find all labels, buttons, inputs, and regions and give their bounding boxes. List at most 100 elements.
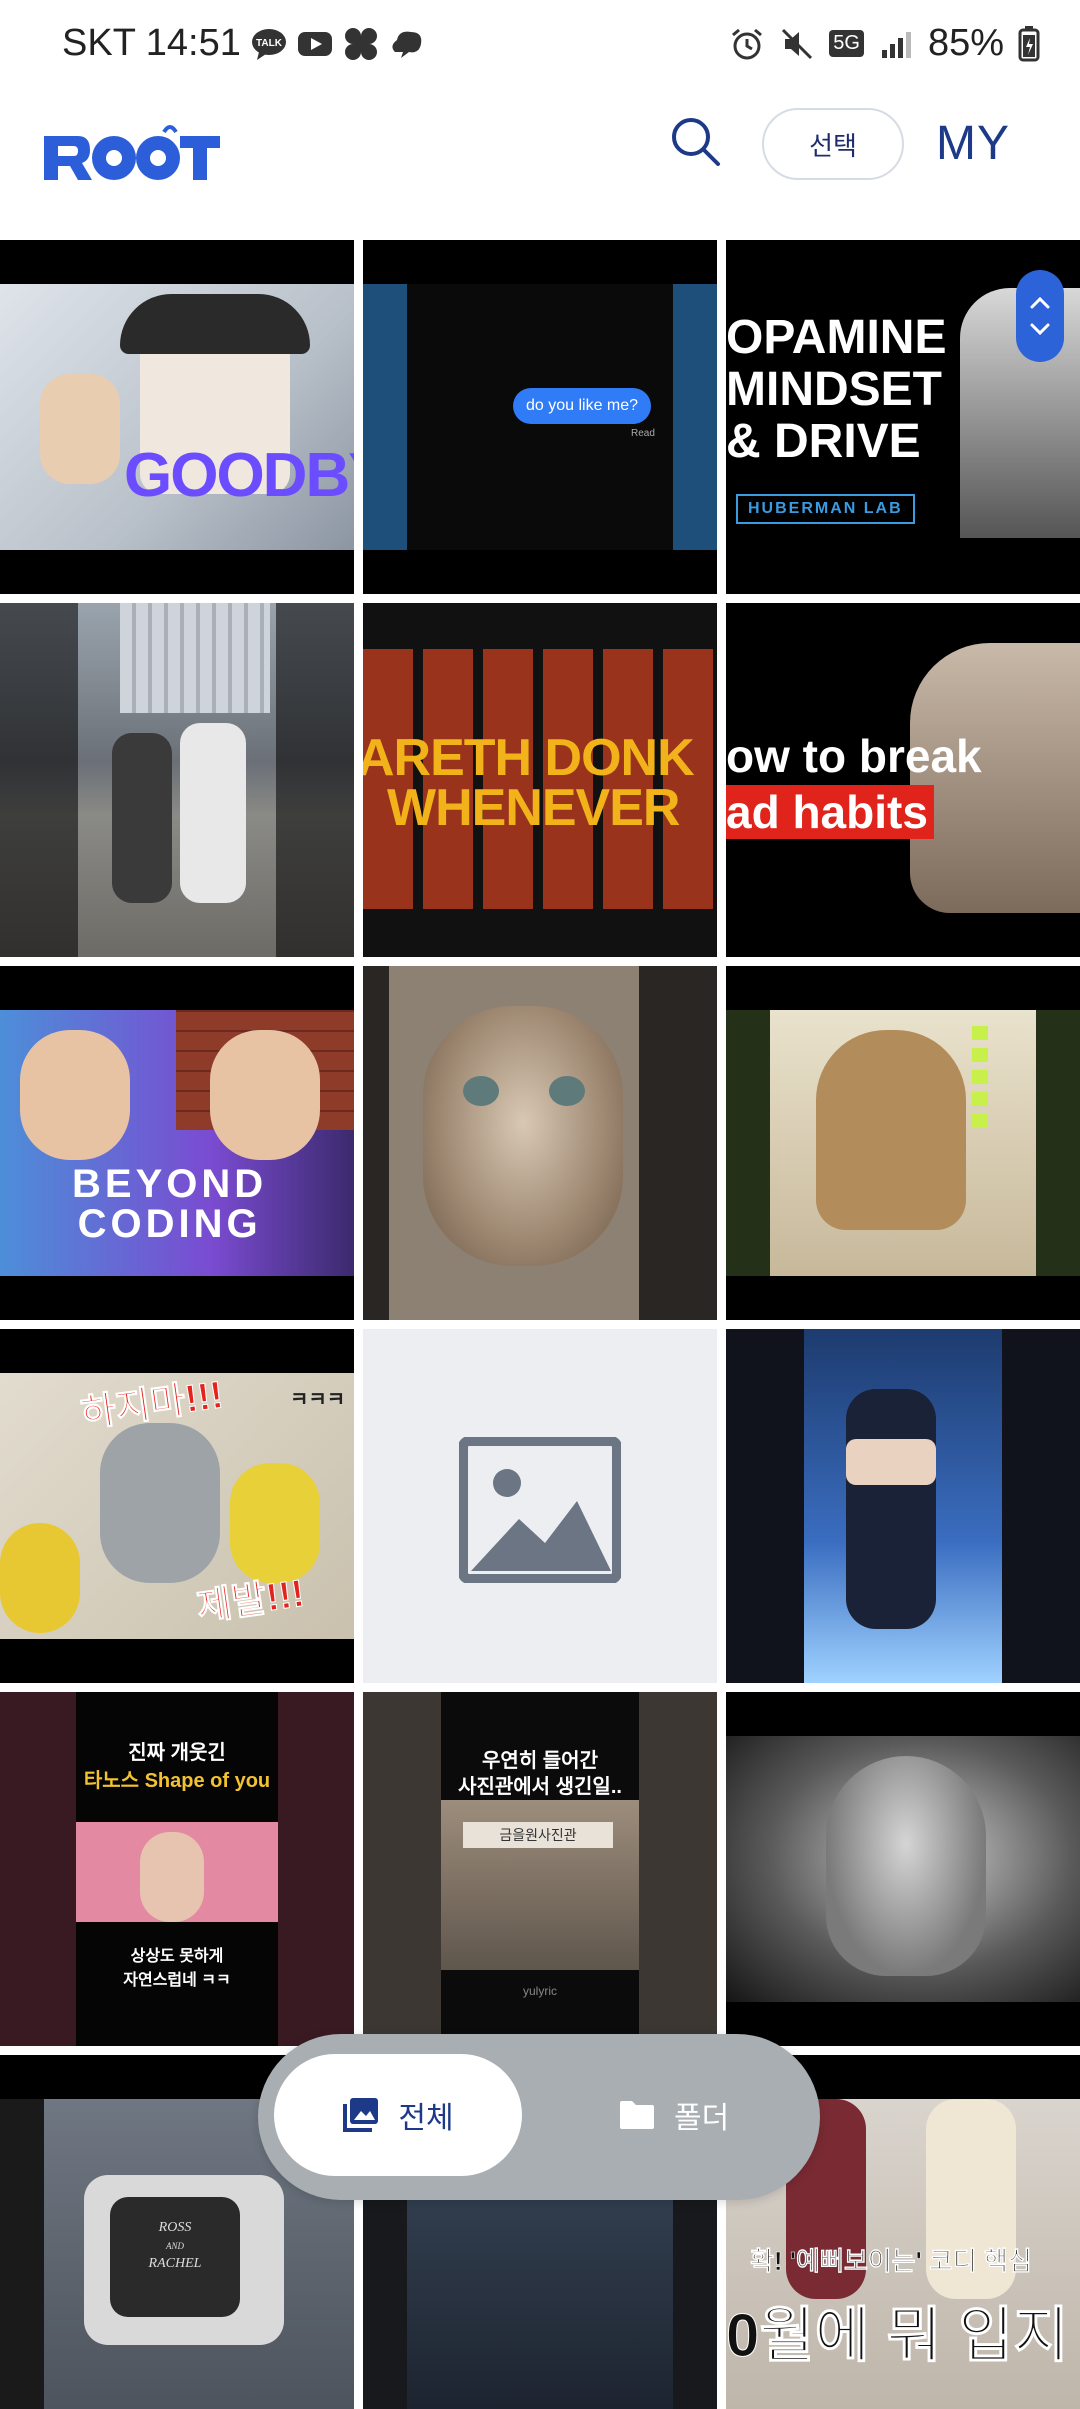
caption: 0월에 뭐 입지 xyxy=(726,2302,1069,2370)
media-tile[interactable] xyxy=(726,966,1080,1320)
decoration xyxy=(972,1026,988,1136)
app-bar: 선택 MY xyxy=(0,92,1080,240)
svg-text:TALK: TALK xyxy=(256,38,283,49)
thumbnail: ow to break ad habits xyxy=(726,603,1080,957)
mute-icon xyxy=(782,28,813,59)
battery-icon xyxy=(1018,25,1040,61)
thumbnail xyxy=(726,1010,1080,1276)
caption: 사진관에서 생긴일.. xyxy=(458,1776,622,1798)
credit: yulyric xyxy=(522,1984,557,1998)
folder-icon xyxy=(620,2101,654,2129)
title-line: BEYOND xyxy=(72,1162,268,1206)
media-tile[interactable]: 금을원사진관 우연히 들어간 사진관에서 생긴일.. yulyric xyxy=(363,1692,717,2046)
carrier-time: SKT 14:51 xyxy=(62,22,241,64)
media-tile[interactable]: ow to break ad habits xyxy=(726,603,1080,957)
media-tile[interactable]: do you like me? Read xyxy=(363,240,717,594)
media-tile[interactable]: BEYOND CODING xyxy=(0,966,354,1320)
thumbnail-caption: GOODBYE xyxy=(124,441,354,510)
title-line: & DRIVE xyxy=(726,415,921,468)
person-shape xyxy=(846,1439,936,1485)
root-logo[interactable] xyxy=(42,122,222,192)
media-tile[interactable] xyxy=(363,966,717,1320)
status-bar: SKT 14:51 TALK 5G 85% xyxy=(0,0,1080,92)
person-shape xyxy=(210,1030,320,1160)
shop-sign: 금을원사진관 xyxy=(463,1822,613,1848)
side-bar xyxy=(363,284,407,550)
image-placeholder-icon xyxy=(459,1437,621,1583)
tv-line: RACHEL xyxy=(148,2256,202,2271)
my-button[interactable]: MY xyxy=(936,116,1010,171)
talk-icon: TALK xyxy=(251,28,286,60)
person-shape xyxy=(826,1756,986,1976)
title-block: BEYOND CODING xyxy=(72,1164,267,1244)
tab-all[interactable]: 전체 xyxy=(274,2054,522,2176)
thumbnail: ARETH DONK WHENEVER xyxy=(363,603,717,957)
thumbnail xyxy=(363,966,717,1320)
media-tile[interactable] xyxy=(726,1329,1080,1683)
thumbnail: BEYOND CODING xyxy=(0,1010,354,1276)
caption: 우연히 들어간 xyxy=(482,1750,598,1772)
media-tile[interactable]: GOODBYE xyxy=(0,240,354,594)
media-tile[interactable] xyxy=(0,603,354,957)
badge: HUBERMAN LAB xyxy=(736,494,915,524)
tv-text: ROSS AND RACHEL xyxy=(110,2219,240,2273)
battery-percent: 85% xyxy=(927,22,1004,64)
title-line: ow to break xyxy=(726,730,982,782)
thumbnail: 금을원사진관 우연히 들어간 사진관에서 생긴일.. yulyric xyxy=(363,1692,717,2046)
title-line: MINDSET xyxy=(726,363,942,416)
eye xyxy=(549,1076,585,1106)
media-tile[interactable]: 하지마!!! 제발!!! ㅋㅋㅋ xyxy=(0,1329,354,1683)
caption: 타노스 Shape of you xyxy=(83,1770,271,1792)
media-tile[interactable]: 진짜 개웃긴 타노스 Shape of you 상상도 못하게 자연스럽네 ㅋㅋ xyxy=(0,1692,354,2046)
caption: 자연스럽네 ㅋㅋ xyxy=(123,1972,231,1989)
person-shape xyxy=(180,723,246,903)
select-button[interactable]: 선택 xyxy=(762,108,904,180)
title-block: ARETH DONK WHENEVER xyxy=(363,729,695,834)
tv-line: ROSS xyxy=(158,2220,192,2235)
photos-icon xyxy=(343,2098,379,2132)
search-icon[interactable] xyxy=(668,114,722,168)
fast-scroll-handle[interactable] xyxy=(1016,270,1064,362)
media-tile[interactable] xyxy=(363,1329,717,1683)
person-shape xyxy=(140,1832,204,1922)
thumbnail: 하지마!!! 제발!!! ㅋㅋㅋ xyxy=(0,1373,354,1639)
person-shape xyxy=(112,733,172,903)
caption: 상상도 못하게 xyxy=(130,1948,224,1965)
title-highlight: ad habits xyxy=(726,785,934,839)
character-shape xyxy=(0,1523,80,1633)
tab-all-label: 전체 xyxy=(398,2102,454,2135)
tab-folder[interactable]: 폴더 xyxy=(618,2054,729,2176)
status-right: 5G 85% xyxy=(729,22,1040,65)
bottom-nav: 전체 폴더 xyxy=(258,2034,820,2200)
title-line: ARETH DONK xyxy=(363,729,695,787)
cat-shape xyxy=(423,1006,623,1266)
building xyxy=(120,603,270,713)
person-shape xyxy=(816,1030,966,1230)
chat-bubble: do you like me? xyxy=(513,388,651,424)
caption: 제발!!! xyxy=(194,1572,308,1630)
chevron-up-icon xyxy=(1030,296,1050,309)
thumbnail xyxy=(726,1736,1080,2002)
thumbnail: 진짜 개웃긴 타노스 Shape of you 상상도 못하게 자연스럽네 ㅋㅋ xyxy=(0,1692,354,2046)
cap-shape xyxy=(120,294,310,354)
person-shape xyxy=(846,1389,936,1629)
side-bar xyxy=(0,2099,44,2409)
media-tile[interactable] xyxy=(726,1692,1080,2046)
person-shape xyxy=(20,1030,130,1160)
eye xyxy=(463,1076,499,1106)
app-icon xyxy=(344,27,377,60)
youtube-icon xyxy=(297,31,332,56)
caption: 확! '예뻐보이는' 코디 핵심 xyxy=(750,2246,1032,2277)
media-tile[interactable]: ARETH DONK WHENEVER xyxy=(363,603,717,957)
status-left: SKT 14:51 TALK xyxy=(62,22,425,65)
cloud-icon xyxy=(392,31,422,58)
hand-shape xyxy=(40,374,120,484)
caption: 하지마!!! xyxy=(78,1374,226,1436)
read-label: Read xyxy=(631,428,655,439)
thumbnail xyxy=(726,1329,1080,1683)
alarm-icon xyxy=(732,28,763,59)
character-shape xyxy=(100,1423,220,1583)
side-bar xyxy=(673,284,717,550)
network-indicator: 5G xyxy=(829,30,864,57)
thumbnail: do you like me? Read xyxy=(363,284,717,550)
